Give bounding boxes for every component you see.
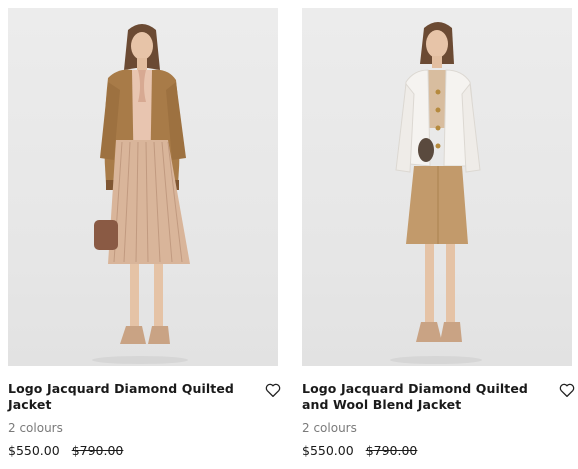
product-card[interactable]: Logo Jacquard Diamond Quilted Jacket 2 c…	[8, 0, 284, 458]
product-grid: Logo Jacquard Diamond Quilted Jacket 2 c…	[0, 0, 578, 469]
colour-count: 2 colours	[8, 421, 63, 435]
model-figure	[390, 22, 482, 364]
sale-price: $550.00	[302, 443, 354, 458]
original-price: $790.00	[365, 443, 418, 458]
price-block: $550.00 $790.00	[8, 443, 123, 458]
sale-price: $550.00	[8, 443, 60, 458]
product-title[interactable]: Logo Jacquard Diamond Quilted and Wool B…	[302, 381, 532, 413]
colour-count: 2 colours	[302, 421, 357, 435]
product-image[interactable]	[302, 8, 572, 366]
product-title[interactable]: Logo Jacquard Diamond Quilted Jacket	[8, 381, 238, 413]
model-figure	[92, 24, 190, 364]
product-card[interactable]: Logo Jacquard Diamond Quilted and Wool B…	[302, 0, 578, 458]
heart-icon[interactable]	[558, 381, 576, 399]
price-block: $550.00 $790.00	[302, 443, 417, 458]
heart-icon[interactable]	[264, 381, 282, 399]
original-price: $790.00	[71, 443, 124, 458]
product-image[interactable]	[8, 8, 278, 366]
